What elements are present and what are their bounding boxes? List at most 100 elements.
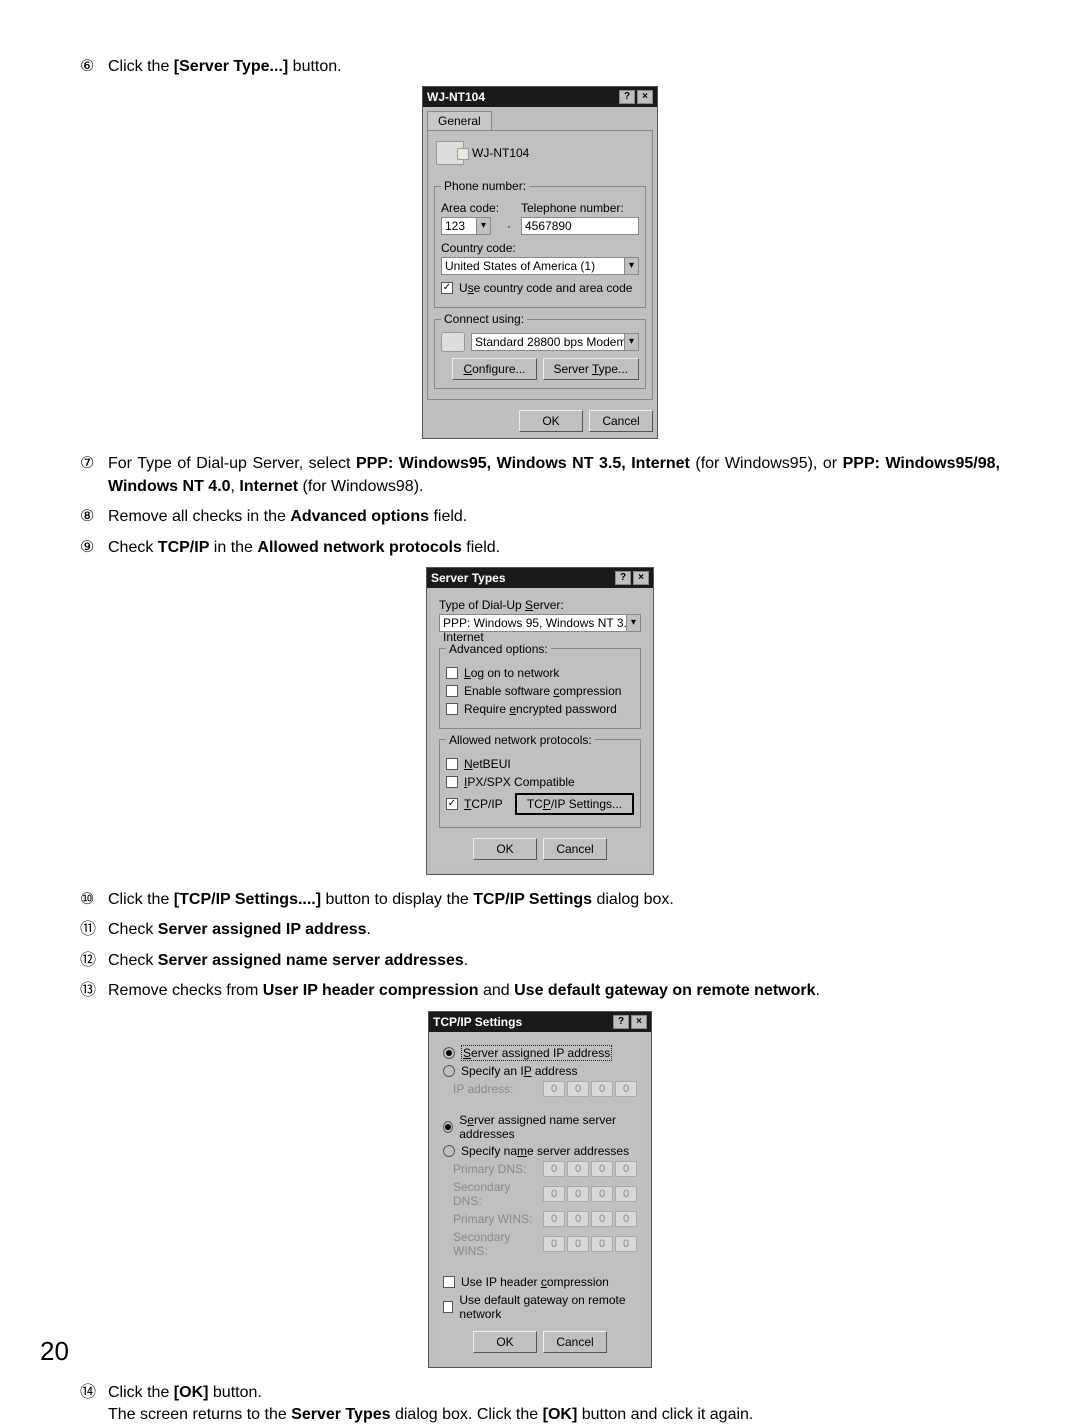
- text: Click the: [108, 58, 174, 75]
- bold: Server Types: [291, 1406, 390, 1423]
- country-code-select[interactable]: United States of America (1)▾: [441, 257, 639, 275]
- area-code-select[interactable]: 123▾: [441, 217, 491, 235]
- close-icon[interactable]: ×: [633, 571, 649, 585]
- use-country-code-checkbox[interactable]: ✓: [441, 282, 453, 294]
- checkbox-label: Use default gateway on remote network: [459, 1293, 637, 1321]
- server-ns-radio[interactable]: [443, 1121, 453, 1133]
- chevron-down-icon: ▾: [626, 615, 640, 631]
- ok-button[interactable]: OK: [473, 1331, 537, 1353]
- text: .: [367, 921, 371, 938]
- configure-button[interactable]: Configure...: [452, 358, 536, 380]
- bold: [TCP/IP Settings....]: [174, 891, 321, 908]
- primary-dns-label: Primary DNS:: [453, 1162, 537, 1176]
- ok-button[interactable]: OK: [473, 838, 537, 860]
- bold: Advanced options: [290, 508, 429, 525]
- encrypted-checkbox[interactable]: [446, 703, 458, 715]
- dialog-title: TCP/IP Settings: [433, 1015, 522, 1029]
- cancel-button[interactable]: Cancel: [543, 1331, 607, 1353]
- specify-ns-radio[interactable]: [443, 1145, 455, 1157]
- tab-general[interactable]: General: [427, 111, 492, 130]
- cancel-button[interactable]: Cancel: [589, 410, 653, 432]
- bold: Server assigned IP address: [158, 921, 367, 938]
- server-type-value: PPP: Windows 95, Windows NT 3.5, Interne…: [443, 616, 637, 644]
- separator: ·: [507, 219, 515, 235]
- step-9: ⑨ Check TCP/IP in the Allowed network pr…: [80, 537, 1000, 559]
- step-14: ⑭ Click the [OK] button. The screen retu…: [80, 1382, 1000, 1426]
- server-type-select[interactable]: PPP: Windows 95, Windows NT 3.5, Interne…: [439, 614, 641, 632]
- text: Check: [108, 921, 158, 938]
- ip-octet: 0: [567, 1211, 589, 1227]
- ip-octet: 0: [591, 1211, 613, 1227]
- ip-header-compression-checkbox[interactable]: [443, 1276, 455, 1288]
- tcpip-settings-button[interactable]: TCP/IP Settings...: [515, 793, 634, 815]
- log-on-checkbox[interactable]: [446, 667, 458, 679]
- checkbox-label: IPX/SPX Compatible: [464, 775, 575, 789]
- help-button[interactable]: ?: [613, 1015, 629, 1029]
- telephone-input[interactable]: 4567890: [521, 217, 639, 235]
- text: field.: [429, 508, 467, 525]
- cancel-button[interactable]: Cancel: [543, 838, 607, 860]
- radio-label: Specify an IP address: [461, 1064, 578, 1078]
- step-12: ⑫ Check Server assigned name server addr…: [80, 950, 1000, 972]
- step-number: ⑩: [80, 889, 108, 911]
- primary-wins-label: Primary WINS:: [453, 1212, 537, 1226]
- chevron-down-icon: ▾: [624, 334, 638, 350]
- area-code-value: 123: [445, 219, 465, 233]
- close-icon[interactable]: ×: [631, 1015, 647, 1029]
- text: Check: [108, 952, 158, 969]
- help-button[interactable]: ?: [619, 90, 635, 104]
- ip-octet: 0: [615, 1211, 637, 1227]
- checkbox-label: Require encrypted password: [464, 702, 617, 716]
- tcpip-checkbox[interactable]: ✓: [446, 798, 458, 810]
- bold: Internet: [239, 478, 298, 495]
- step-text: Remove all checks in the Advanced option…: [108, 506, 1000, 528]
- text: The screen returns to the: [108, 1406, 291, 1423]
- ip-octet: 0: [591, 1081, 613, 1097]
- text: button.: [288, 58, 341, 75]
- advanced-options-group: Advanced options: Log on to network Enab…: [439, 642, 641, 729]
- specify-ip-radio[interactable]: [443, 1065, 455, 1077]
- network-protocols-group: Allowed network protocols: NetBEUI IPX/S…: [439, 733, 641, 828]
- compression-checkbox[interactable]: [446, 685, 458, 697]
- bold: TCP/IP: [158, 539, 210, 556]
- radio-label: Specify name server addresses: [461, 1144, 629, 1158]
- titlebar: Server Types ? ×: [427, 568, 653, 588]
- netbeui-checkbox[interactable]: [446, 758, 458, 770]
- ip-octet: 0: [567, 1161, 589, 1177]
- titlebar: TCP/IP Settings ? ×: [429, 1012, 651, 1032]
- bold: [OK]: [543, 1406, 578, 1423]
- ip-octet: 0: [567, 1186, 589, 1202]
- dialog-title: WJ-NT104: [427, 90, 485, 104]
- group-legend: Advanced options:: [446, 642, 551, 656]
- step-text: Click the [OK] button. The screen return…: [108, 1382, 1000, 1426]
- dialog-server-types: Server Types ? × Type of Dial-Up Server:…: [426, 567, 654, 875]
- ip-octet: 0: [615, 1081, 637, 1097]
- text: dialog box. Click the: [391, 1406, 543, 1423]
- connection-icon: [436, 141, 464, 165]
- bold: TCP/IP Settings: [473, 891, 592, 908]
- modem-select[interactable]: Standard 28800 bps Modem▾: [471, 333, 639, 351]
- chevron-down-icon: ▾: [624, 258, 638, 274]
- country-code-label: Country code:: [441, 241, 639, 255]
- bold: PPP: Windows95, Windows NT 3.5, Internet: [356, 455, 690, 472]
- connect-using-group: Connect using: Standard 28800 bps Modem▾…: [434, 312, 646, 389]
- step-text: Check Server assigned name server addres…: [108, 950, 1000, 972]
- server-type-button[interactable]: Server Type...: [543, 358, 640, 380]
- ip-octet: 0: [591, 1236, 613, 1252]
- help-button[interactable]: ?: [615, 571, 631, 585]
- server-ip-radio[interactable]: [443, 1047, 455, 1059]
- text: Remove all checks in the: [108, 508, 290, 525]
- text: button and click it again.: [577, 1406, 753, 1423]
- step-number: ⑨: [80, 537, 108, 559]
- checkbox-label: Enable software compression: [464, 684, 621, 698]
- ok-button[interactable]: OK: [519, 410, 583, 432]
- connection-name: WJ-NT104: [472, 146, 529, 160]
- ip-octet: 0: [591, 1186, 613, 1202]
- primary-wins-field: 0000: [543, 1211, 637, 1227]
- default-gateway-checkbox[interactable]: [443, 1301, 453, 1313]
- close-icon[interactable]: ×: [637, 90, 653, 104]
- ipxspx-checkbox[interactable]: [446, 776, 458, 788]
- ip-address-field: 0000: [543, 1081, 637, 1097]
- step-11: ⑪ Check Server assigned IP address.: [80, 919, 1000, 941]
- step-8: ⑧ Remove all checks in the Advanced opti…: [80, 506, 1000, 528]
